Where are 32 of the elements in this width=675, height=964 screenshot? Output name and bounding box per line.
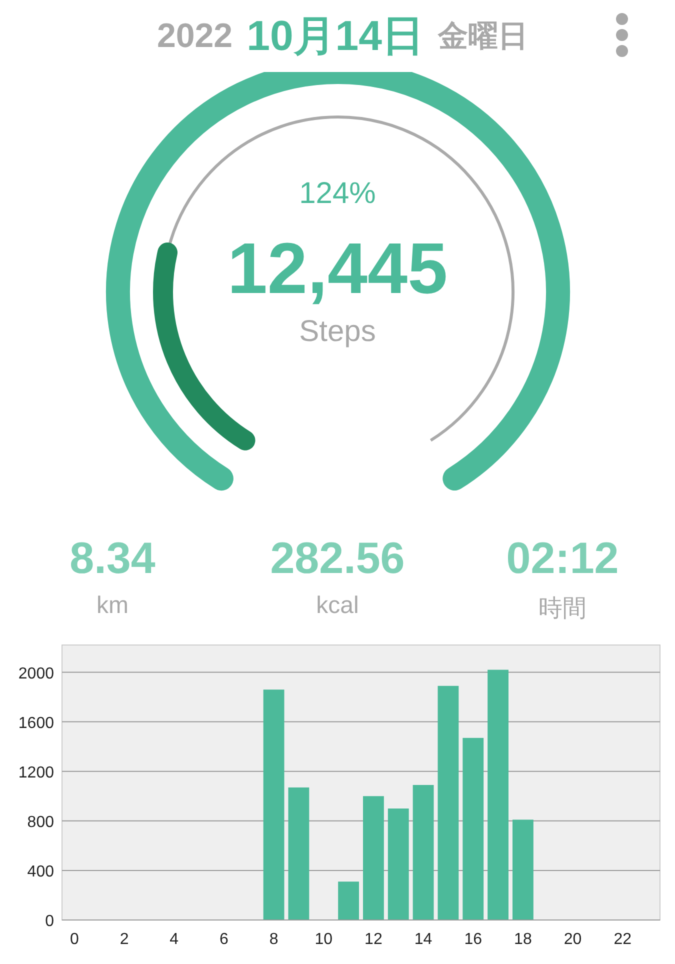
stat-value: 8.34 — [70, 534, 156, 584]
x-tick-label: 20 — [564, 931, 582, 948]
more-menu-icon[interactable] — [615, 12, 629, 58]
x-tick-label: 18 — [514, 931, 532, 948]
step-count: 12,445 — [227, 233, 448, 305]
stat-unit: km — [96, 592, 128, 620]
x-tick-label: 2 — [120, 931, 129, 948]
stat-value: 02:12 — [506, 534, 619, 584]
y-tick-label: 400 — [27, 863, 54, 880]
y-tick-label: 1600 — [18, 714, 54, 732]
x-tick-label: 10 — [314, 931, 333, 948]
stat-unit: 時間 — [538, 594, 586, 624]
weekday-text: 金曜日 — [438, 18, 528, 54]
date-text: 10月14日 — [246, 11, 424, 61]
stat-value: 282.56 — [270, 534, 405, 584]
x-tick-label: 14 — [414, 931, 432, 948]
x-tick-label: 22 — [614, 931, 632, 948]
x-tick-label: 6 — [220, 931, 228, 948]
percent-text: 124% — [299, 177, 376, 211]
y-tick-label: 0 — [45, 913, 54, 930]
x-tick-label: 8 — [269, 931, 278, 948]
x-tick-label: 16 — [464, 931, 482, 948]
steps-label: Steps — [299, 315, 376, 349]
x-tick-label: 4 — [170, 931, 179, 948]
y-tick-label: 1200 — [18, 764, 54, 782]
year-text: 2022 — [156, 16, 233, 56]
bar — [338, 882, 359, 920]
stat-unit: kcal — [316, 592, 359, 620]
y-tick-label: 2000 — [18, 665, 54, 682]
y-tick-label: 800 — [27, 814, 54, 831]
x-tick-label: 0 — [70, 931, 79, 948]
x-tick-label: 12 — [364, 931, 382, 948]
